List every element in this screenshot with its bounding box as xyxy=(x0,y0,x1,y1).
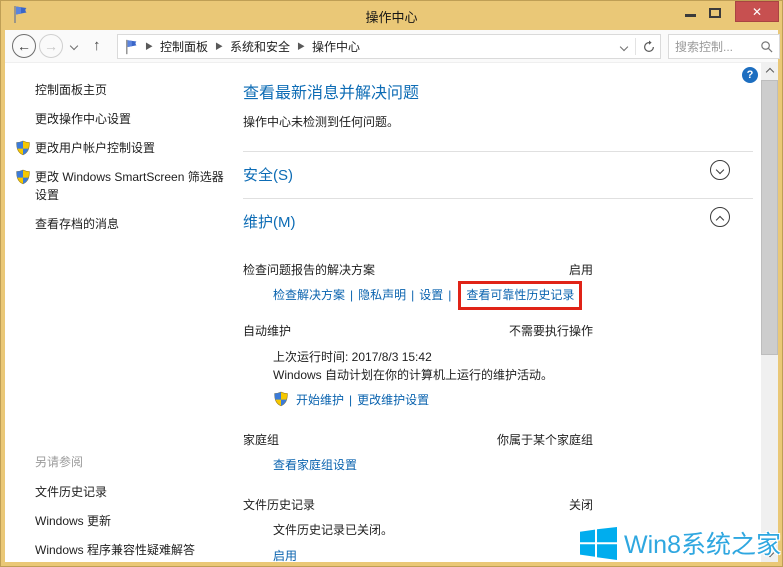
scrollbar-thumb[interactable] xyxy=(761,80,778,355)
homegroup-status: 你属于某个家庭组 xyxy=(243,432,593,448)
expand-security-button[interactable] xyxy=(710,160,730,180)
recent-pages-chevron-icon[interactable] xyxy=(70,42,78,50)
navigation-bar: ← → ↑ ▶ 控制面板 ▶ 系统和安全 ▶ 操作中心 xyxy=(5,30,778,63)
watermark-text: Win8系统之家 xyxy=(624,525,781,561)
collapse-maintenance-button[interactable] xyxy=(710,207,730,227)
minimize-button[interactable] xyxy=(685,14,696,17)
breadcrumb-separator-icon: ▶ xyxy=(215,41,223,52)
window-content: ← → ↑ ▶ 控制面板 ▶ 系统和安全 ▶ 操作中心 xyxy=(5,30,778,562)
link-separator: | xyxy=(350,288,353,302)
search-input[interactable]: 搜索控制... xyxy=(675,38,760,55)
chevron-up-icon xyxy=(716,216,724,224)
chevron-up-icon xyxy=(765,68,773,76)
sidebar-item-file-history[interactable]: 文件历史记录 xyxy=(35,483,229,500)
action-center-window: 操作中心 ✕ ← → ↑ ▶ 控制面板 ▶ 系统和安全 ▶ 操作中心 xyxy=(0,0,783,567)
search-box[interactable]: 搜索控制... xyxy=(668,34,780,59)
maintenance-section-header[interactable]: 维护(M) xyxy=(243,199,755,245)
uac-shield-icon xyxy=(15,169,31,185)
main-content: ? 查看最新消息并解决问题 操作中心未检测到任何问题。 安全(S) 维护(M) xyxy=(235,63,761,562)
change-maintenance-settings-link[interactable]: 更改维护设置 xyxy=(357,393,429,407)
sidebar-item-windows-update[interactable]: Windows 更新 xyxy=(35,512,229,529)
close-button[interactable]: ✕ xyxy=(735,1,779,22)
sidebar-item-program-compatibility-troubleshooter[interactable]: Windows 程序兼容性疑难解答 xyxy=(35,541,229,558)
address-dropdown-chevron-icon[interactable] xyxy=(620,42,628,50)
view-reliability-history-link[interactable]: 查看可靠性历史记录 xyxy=(466,288,574,302)
sidebar-item-label: 更改用户帐户控制设置 xyxy=(35,141,155,155)
page-title: 查看最新消息并解决问题 xyxy=(243,79,755,103)
windows-logo-icon xyxy=(580,527,617,560)
uac-shield-icon xyxy=(15,140,31,156)
start-maintenance-link[interactable]: 开始维护 xyxy=(296,393,344,407)
link-separator: | xyxy=(448,288,451,302)
privacy-statement-link[interactable]: 隐私声明 xyxy=(358,288,406,302)
win8-watermark: Win8系统之家 xyxy=(580,525,781,561)
page-body: 控制面板主页 更改操作中心设置 更改用户帐户控制设置 xyxy=(5,63,778,562)
help-icon[interactable]: ? xyxy=(742,67,758,83)
sidebar-item-change-action-center-settings[interactable]: 更改操作中心设置 xyxy=(35,110,229,128)
sidebar-item-label: 更改 Windows SmartScreen 筛选器设置 xyxy=(35,170,224,202)
scroll-up-button[interactable] xyxy=(761,63,778,80)
security-section-header[interactable]: 安全(S) xyxy=(243,152,755,198)
sidebar-item-change-smartscreen-settings[interactable]: 更改 Windows SmartScreen 筛选器设置 xyxy=(35,168,229,204)
forward-button: → xyxy=(39,34,63,58)
see-also-group: 另请参阅 文件历史记录 Windows 更新 Windows 程序兼容性疑难解答 xyxy=(35,453,229,562)
sidebar-item-control-panel-home[interactable]: 控制面板主页 xyxy=(35,81,229,99)
enable-file-history-link[interactable]: 启用 xyxy=(273,549,297,562)
last-run-time: 上次运行时间: 2017/8/3 15:42 xyxy=(273,348,755,366)
check-solutions-link[interactable]: 检查解决方案 xyxy=(273,288,345,302)
sidebar: 控制面板主页 更改操作中心设置 更改用户帐户控制设置 xyxy=(5,63,235,562)
sidebar-item-change-uac-settings[interactable]: 更改用户帐户控制设置 xyxy=(35,139,229,157)
search-icon[interactable] xyxy=(760,40,773,53)
breadcrumb-system-security[interactable]: 系统和安全 xyxy=(230,38,290,55)
up-button[interactable]: ↑ xyxy=(93,37,101,54)
breadcrumb-flag-icon xyxy=(124,39,138,55)
window-title: 操作中心 xyxy=(1,7,782,26)
sidebar-item-view-archived-messages[interactable]: 查看存档的消息 xyxy=(35,215,229,233)
back-button[interactable]: ← xyxy=(12,34,36,58)
solutions-status: 启用 xyxy=(243,262,593,278)
breadcrumb-separator-icon: ▶ xyxy=(145,41,153,52)
title-bar: 操作中心 ✕ xyxy=(1,1,782,30)
maintenance-rows: 检查问题报告的解决方案 启用 检查解决方案|隐私声明|设置|查看可靠性历史记录 … xyxy=(243,262,755,562)
file-history-status: 关闭 xyxy=(243,497,593,513)
auto-maintenance-description: Windows 自动计划在你的计算机上运行的维护活动。 xyxy=(273,366,755,384)
view-homegroup-settings-link[interactable]: 查看家庭组设置 xyxy=(273,458,357,472)
uac-shield-icon xyxy=(273,391,289,407)
red-highlight-box: 查看可靠性历史记录 xyxy=(458,281,582,310)
chevron-down-icon xyxy=(716,166,724,174)
refresh-icon[interactable] xyxy=(642,40,656,54)
maintenance-section-title[interactable]: 维护(M) xyxy=(243,214,296,231)
address-bar[interactable]: ▶ 控制面板 ▶ 系统和安全 ▶ 操作中心 xyxy=(117,34,661,59)
auto-maintenance-row: 自动维护 不需要执行操作 上次运行时间: 2017/8/3 15:42 Wind… xyxy=(243,323,755,432)
status-message: 操作中心未检测到任何问题。 xyxy=(243,113,755,130)
link-separator: | xyxy=(411,288,414,302)
maximize-button[interactable] xyxy=(709,8,721,18)
breadcrumb-separator-icon: ▶ xyxy=(297,41,305,52)
settings-link[interactable]: 设置 xyxy=(419,288,443,302)
vertical-scrollbar[interactable] xyxy=(761,63,778,562)
address-bar-divider xyxy=(635,38,636,55)
auto-maintenance-status: 不需要执行操作 xyxy=(243,323,593,339)
solutions-row: 检查问题报告的解决方案 启用 检查解决方案|隐私声明|设置|查看可靠性历史记录 xyxy=(243,262,755,323)
link-separator: | xyxy=(349,393,352,407)
breadcrumb-control-panel[interactable]: 控制面板 xyxy=(160,38,208,55)
breadcrumb-action-center[interactable]: 操作中心 xyxy=(312,38,360,55)
security-section-title[interactable]: 安全(S) xyxy=(243,167,293,184)
homegroup-row: 家庭组 你属于某个家庭组 查看家庭组设置 xyxy=(243,432,755,497)
see-also-header: 另请参阅 xyxy=(35,453,229,470)
